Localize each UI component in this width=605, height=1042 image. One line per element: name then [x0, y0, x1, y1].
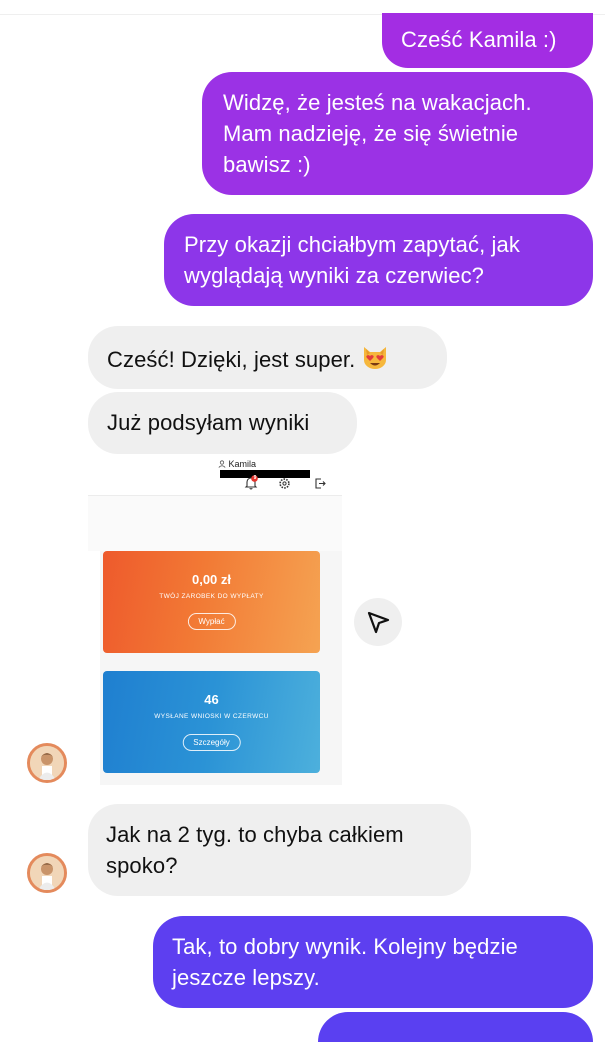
- notification-badge: 9: [253, 475, 257, 481]
- smiling-cat-heart-eyes-icon: [364, 347, 387, 369]
- message-incoming[interactable]: Jak na 2 tyg. to chyba całkiem spoko?: [88, 804, 471, 896]
- earnings-card: 0,00 zł TWÓJ ZAROBEK DO WYPŁATY Wypłać: [103, 551, 320, 653]
- message-text: Widzę, że jesteś na wakacjach. Mam nadzi…: [223, 90, 532, 177]
- details-button[interactable]: Szczegóły: [182, 734, 241, 751]
- message-text: Jak na 2 tyg. to chyba całkiem spoko?: [106, 822, 404, 878]
- send-arrow-icon: [367, 611, 390, 634]
- message-text: Cześć! Dzięki, jest super.: [107, 347, 356, 372]
- earnings-label: TWÓJ ZAROBEK DO WYPŁATY: [159, 593, 264, 600]
- app-header: Kamila 9: [88, 455, 342, 496]
- message-outgoing[interactable]: Tak, to dobry wynik. Kolejny będzie jesz…: [153, 916, 593, 1008]
- logout-icon[interactable]: [314, 477, 327, 490]
- earnings-value: 0,00 zł: [191, 572, 232, 587]
- applications-label: WYSŁANE WNIOSKI W CZERWCU: [154, 713, 269, 720]
- message-outgoing[interactable]: Przy okazji chciałbym zapytać, jak wyglą…: [164, 214, 593, 306]
- header-icons: 9: [243, 475, 333, 491]
- message-outgoing[interactable]: Widzę, że jesteś na wakacjach. Mam nadzi…: [202, 72, 593, 195]
- gear-icon[interactable]: [278, 477, 291, 490]
- user-name: Kamila: [228, 459, 257, 469]
- message-incoming[interactable]: Cześć! Dzięki, jest super.: [88, 326, 447, 389]
- app-spacer: [88, 496, 342, 551]
- share-button[interactable]: [354, 598, 402, 646]
- avatar-icon: [30, 746, 64, 780]
- shared-screenshot[interactable]: Kamila 9 0,00 zł TWÓJ ZAROBEK DO WYPŁATY…: [88, 455, 342, 785]
- avatar-icon: [30, 856, 64, 890]
- message-outgoing-partial[interactable]: [318, 1012, 593, 1042]
- applications-card: 46 WYSŁANE WNIOSKI W CZERWCU Szczegóły: [103, 671, 320, 773]
- avatar[interactable]: [27, 853, 67, 893]
- message-text: Tak, to dobry wynik. Kolejny będzie jesz…: [172, 934, 518, 990]
- avatar[interactable]: [27, 743, 67, 783]
- applications-value: 46: [204, 692, 219, 707]
- user-icon: [218, 460, 226, 468]
- message-text: Już podsyłam wyniki: [107, 410, 310, 435]
- message-incoming[interactable]: Już podsyłam wyniki: [88, 392, 357, 454]
- message-text: Cześć Kamila :): [401, 27, 557, 52]
- withdraw-button[interactable]: Wypłać: [187, 613, 236, 630]
- message-text: Przy okazji chciałbym zapytać, jak wyglą…: [184, 232, 520, 288]
- message-outgoing[interactable]: Cześć Kamila :): [382, 13, 593, 68]
